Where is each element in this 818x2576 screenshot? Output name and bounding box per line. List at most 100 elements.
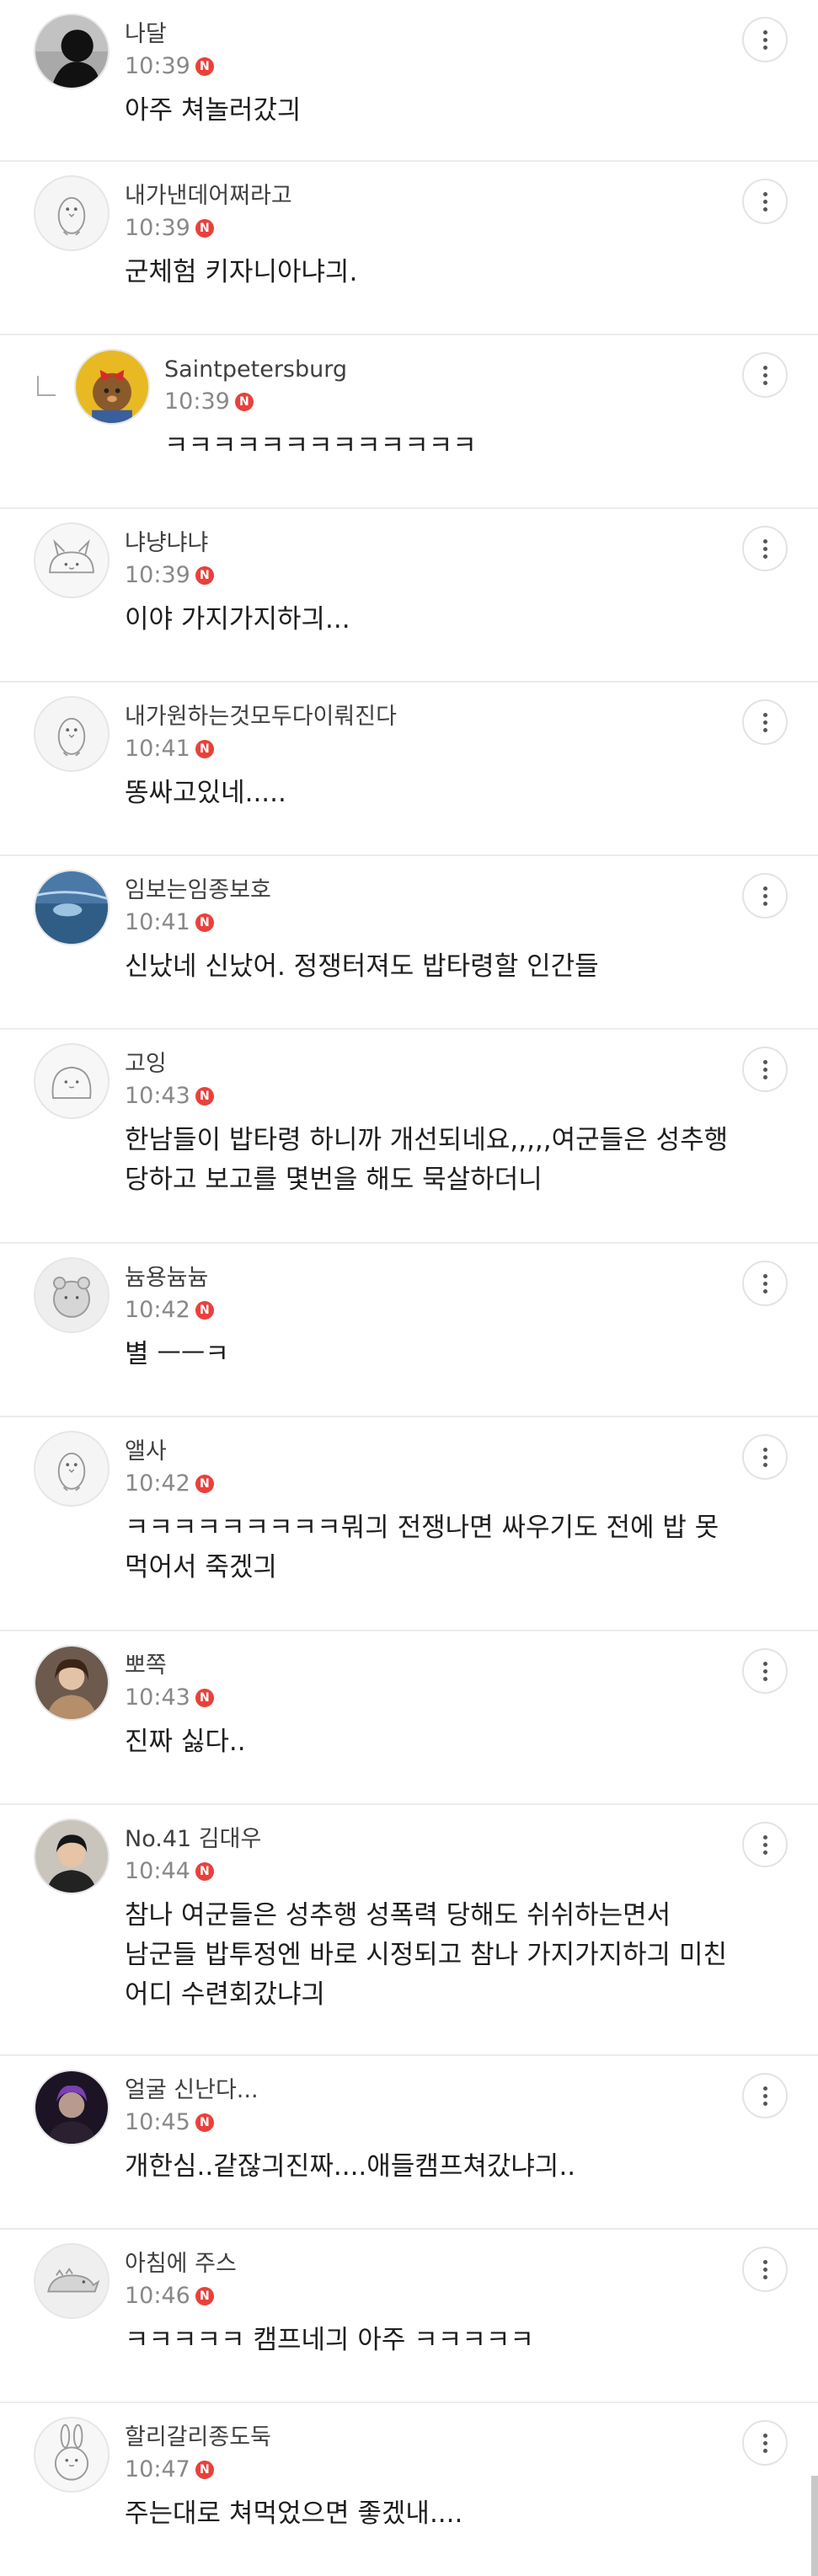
comment-meta: 내가원하는것모두다이뤄진다 10:41 N (125, 703, 397, 763)
new-badge: N (195, 219, 214, 238)
nickname[interactable]: 내가원하는것모두다이뤄진다 (125, 703, 397, 731)
avatar[interactable] (34, 13, 110, 89)
avatar[interactable] (34, 870, 110, 945)
avatar[interactable] (34, 2243, 110, 2319)
timestamp: 10:44 (125, 1858, 190, 1884)
comment-text: 한남들이 밥타령 하니까 개선되네요,,,,,여군들은 성추행 당하고 보고를 … (125, 1125, 729, 1195)
timestamp: 10:39 (125, 53, 190, 79)
more-options-button[interactable] (742, 526, 788, 571)
avatar[interactable] (74, 349, 150, 425)
nickname[interactable]: 고잉 (125, 1050, 214, 1079)
default-rabbit-icon (35, 2418, 108, 2491)
timestamp: 10:39 (125, 215, 190, 241)
more-dots-icon (762, 1273, 767, 1278)
nickname[interactable]: 뽀쪽 (125, 1652, 214, 1680)
reply-comment-item: Saintpetersburg 10:39 N ㅋㅋㅋㅋㅋㅋㅋㅋㅋㅋㅋㅋㅋ (0, 335, 818, 509)
avatar[interactable] (34, 1043, 110, 1119)
timestamp: 10:47 (125, 2456, 190, 2482)
comment-meta: 얼굴 신난다... 10:45 N (125, 2076, 259, 2137)
comment-item: 내가낸데어쩌라고 10:39 N 군체험 키자니아냐긔. (0, 162, 818, 335)
avatar[interactable] (34, 1818, 110, 1894)
nickname[interactable]: 나달 (125, 20, 214, 49)
more-options-button[interactable] (742, 1648, 788, 1694)
more-options-button[interactable] (742, 873, 788, 918)
avatar[interactable] (34, 1645, 110, 1721)
comment-text: 신났네 신났어. 정쟁터져도 밥타령할 인간들 (125, 951, 599, 982)
more-dots-icon (762, 191, 767, 196)
nickname[interactable]: 아침에 주스 (125, 2250, 237, 2279)
avatar[interactable] (34, 1257, 110, 1333)
default-hamster-icon (35, 1259, 108, 1331)
comment-text: ㅋㅋㅋㅋㅋㅋㅋㅋㅋㅋㅋㅋㅋ (164, 431, 477, 461)
comment-meta: 뽀쪽 10:43 N (125, 1652, 214, 1712)
more-options-button[interactable] (742, 2247, 788, 2292)
new-badge: N (195, 1689, 214, 1707)
timestamp: 10:43 (125, 1684, 190, 1711)
comment-text: 진짜 싫다.. (125, 1727, 246, 1757)
comment-meta: 냐냥냐냐 10:39 N (125, 529, 214, 590)
default-dino-icon (35, 2245, 108, 2317)
comment-item: 냐냥냐냐 10:39 N 이야 가지가지하긔... (0, 509, 818, 683)
comment-item: No.41 김대우 10:44 N 참나 여군들은 성추행 성폭력 당해도 쉬쉬… (0, 1805, 818, 2056)
new-badge: N (195, 2287, 214, 2306)
avatar-photo-icon (76, 351, 148, 423)
more-dots-icon (762, 1661, 767, 1666)
more-options-button[interactable] (742, 17, 788, 62)
nickname[interactable]: 앨사 (125, 1438, 214, 1466)
avatar[interactable] (34, 696, 110, 772)
avatar[interactable] (34, 522, 110, 598)
more-options-button[interactable] (742, 1434, 788, 1480)
comment-meta: 할리갈리종도둑 10:47 N (125, 2423, 271, 2484)
timestamp: 10:45 (125, 2109, 190, 2135)
more-options-button[interactable] (742, 1047, 788, 1092)
more-options-button[interactable] (742, 1261, 788, 1306)
nickname[interactable]: 냐냥냐냐 (125, 529, 214, 558)
more-options-button[interactable] (742, 2073, 788, 2118)
more-dots-icon (762, 712, 767, 717)
comment-meta: 앨사 10:42 N (125, 1438, 214, 1498)
avatar[interactable] (34, 2070, 110, 2145)
avatar-photo-icon (35, 1647, 108, 1719)
comment-item: 고잉 10:43 N 한남들이 밥타령 하니까 개선되네요,,,,,여군들은 성… (0, 1030, 818, 1244)
timestamp: 10:41 (125, 736, 190, 762)
comment-item: 내가원하는것모두다이뤄진다 10:41 N 똥싸고있네..... (0, 683, 818, 856)
nickname[interactable]: 할리갈리종도둑 (125, 2423, 271, 2452)
comment-text: 참나 여군들은 성추행 성폭력 당해도 쉬쉬하는면서 남군들 밥투정엔 바로 시… (125, 1900, 728, 2010)
more-options-button[interactable] (742, 352, 788, 398)
comment-meta: 나달 10:39 N (125, 20, 214, 81)
comment-meta: 아침에 주스 10:46 N (125, 2250, 237, 2311)
default-penguin-icon (35, 1433, 108, 1505)
nickname[interactable]: No.41 김대우 (125, 1825, 261, 1854)
new-badge: N (234, 393, 254, 411)
new-badge: N (195, 2113, 214, 2132)
timestamp: 10:41 (125, 909, 190, 935)
avatar[interactable] (34, 1431, 110, 1507)
more-dots-icon (762, 1834, 767, 1840)
timestamp: 10:46 (125, 2283, 190, 2309)
more-dots-icon (762, 886, 767, 891)
nickname[interactable]: Saintpetersburg (164, 356, 347, 384)
comment-text: 똥싸고있네..... (125, 778, 286, 808)
avatar[interactable] (34, 2417, 110, 2493)
avatar-photo-icon (35, 1820, 108, 1893)
avatar[interactable] (34, 175, 110, 251)
nickname[interactable]: 내가낸데어쩌라고 (125, 182, 292, 211)
avatar-photo-icon (35, 871, 108, 944)
nickname[interactable]: 얼굴 신난다... (125, 2076, 259, 2105)
nickname[interactable]: 늄용늄늄 (125, 1264, 214, 1293)
more-options-button[interactable] (742, 179, 788, 224)
comment-text: ㅋㅋㅋㅋㅋㅋㅋㅋㅋ뭐긔 전쟁나면 싸우기도 전에 밥 못 먹어서 죽겠긔 (125, 1513, 719, 1583)
new-badge: N (195, 566, 214, 585)
avatar-photo-icon (35, 15, 108, 88)
new-badge: N (195, 740, 214, 758)
more-options-button[interactable] (742, 1822, 788, 1867)
comment-item: 임보는임종보호 10:41 N 신났네 신났어. 정쟁터져도 밥타령할 인간들 (0, 856, 818, 1030)
more-options-button[interactable] (742, 2420, 788, 2466)
more-dots-icon (762, 2433, 767, 2438)
more-options-button[interactable] (742, 699, 788, 745)
nickname[interactable]: 임보는임종보호 (125, 876, 271, 905)
new-badge: N (195, 57, 214, 76)
comment-meta: 고잉 10:43 N (125, 1050, 214, 1111)
comment-list: 나달 10:39 N 아주 쳐놀러갔긔 내가낸데어쩌라고 10:39 N 군체험… (0, 0, 818, 2576)
scrollbar[interactable] (811, 2476, 818, 2576)
